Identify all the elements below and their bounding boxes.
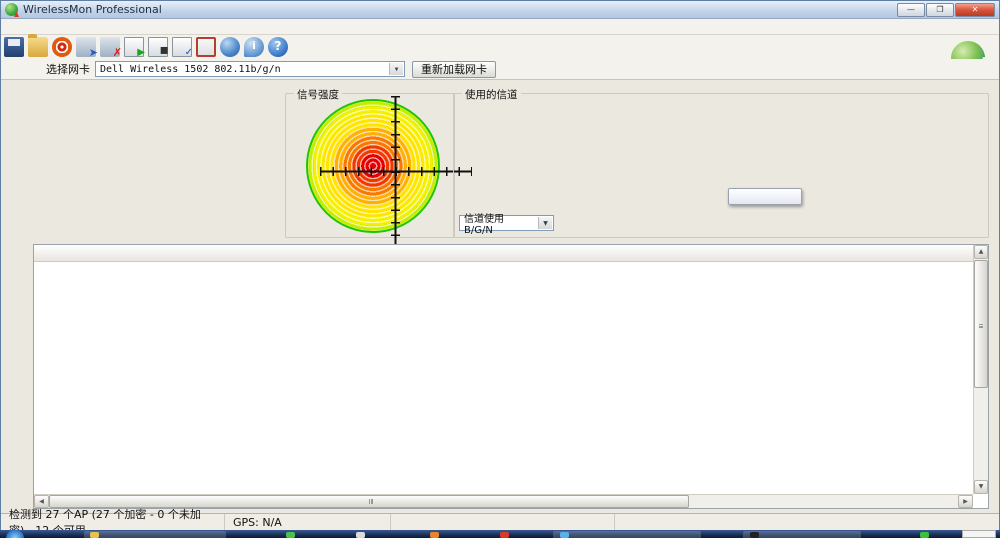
taskbar-button[interactable]: [743, 531, 861, 538]
log-clipboard-icon[interactable]: [196, 37, 216, 57]
app-window: WirelessMon Professional — ❐ ✕ 选择网卡 Dell…: [0, 0, 1000, 530]
adapter-reload-icon[interactable]: [76, 37, 96, 57]
status-bar: 检测到 27 个AP (27 个加密 - 0 个未加密) - 12 个可用 GP…: [1, 513, 999, 530]
report-check-icon[interactable]: [172, 37, 192, 57]
titlebar: WirelessMon Professional — ❐ ✕: [1, 1, 999, 19]
taskbar-button[interactable]: [84, 531, 226, 538]
minimize-button[interactable]: —: [897, 3, 925, 17]
web-globe-icon[interactable]: [220, 37, 240, 57]
start-orb-icon[interactable]: [6, 530, 24, 538]
signal-strength-radar: [306, 99, 440, 233]
vertical-scrollbar[interactable]: ▲ ▼: [973, 245, 988, 494]
open-folder-icon[interactable]: [28, 37, 48, 57]
taskbar-app-icon[interactable]: [430, 532, 439, 538]
adapter-label: 选择网卡: [46, 61, 90, 77]
vertical-scroll-thumb[interactable]: [974, 260, 988, 388]
taskbar-app-icon[interactable]: [286, 532, 295, 538]
status-section: [391, 514, 615, 530]
ap-count-status: 检测到 27 个AP (27 个加密 - 0 个未加密) - 12 个可用: [1, 514, 225, 530]
chevron-down-icon[interactable]: ▼: [389, 63, 403, 75]
taskbar-app-icon[interactable]: [920, 532, 929, 538]
channel-tooltip: [728, 188, 802, 205]
table-header: [34, 245, 973, 262]
chevron-down-icon[interactable]: ▼: [538, 217, 552, 229]
scroll-right-icon[interactable]: ▶: [958, 495, 973, 508]
scroll-up-icon[interactable]: ▲: [974, 245, 988, 259]
help-icon[interactable]: [268, 37, 288, 57]
taskbar-app-icon[interactable]: [356, 532, 365, 538]
adapter-remove-icon[interactable]: [100, 37, 120, 57]
restore-button[interactable]: ❐: [926, 3, 954, 17]
menu-bar: [1, 19, 999, 35]
window-title: WirelessMon Professional: [23, 3, 162, 16]
channels-panel-title: 使用的信道: [462, 87, 521, 102]
app-icon: [5, 3, 18, 16]
signal-strength-panel: 信号强度: [285, 93, 455, 238]
channel-mode-select[interactable]: 信道使用 B/G/N ▼: [459, 215, 554, 231]
taskbar-app-icon[interactable]: [750, 532, 759, 538]
adapter-select[interactable]: Dell Wireless 1502 802.11b/g/n ▼: [95, 61, 405, 77]
channels-panel: 使用的信道 信道使用 B/G/N ▼: [453, 93, 989, 238]
ap-table: ▲ ▼ ◀ ▶: [33, 244, 989, 509]
taskbar-app-icon[interactable]: [500, 532, 509, 538]
taskbar-tray[interactable]: [962, 530, 996, 538]
report-export-icon[interactable]: [148, 37, 168, 57]
signal-panel-title: 信号强度: [294, 87, 342, 102]
taskbar[interactable]: [0, 530, 1000, 538]
close-button[interactable]: ✕: [955, 3, 995, 17]
reload-adapter-button[interactable]: 重新加载网卡: [412, 61, 496, 78]
report-run-icon[interactable]: [124, 37, 144, 57]
gps-status: GPS: N/A: [225, 514, 391, 530]
toolbar: [1, 35, 999, 59]
info-bubble-icon[interactable]: [244, 37, 264, 57]
record-target-icon[interactable]: [52, 37, 72, 57]
save-icon[interactable]: [4, 37, 24, 57]
taskbar-app-icon[interactable]: [560, 532, 569, 538]
status-section: [615, 514, 999, 530]
radar-vertical-axis: [391, 96, 400, 248]
adapter-row: 选择网卡 Dell Wireless 1502 802.11b/g/n ▼ 重新…: [1, 59, 999, 80]
scroll-down-icon[interactable]: ▼: [974, 480, 988, 494]
taskbar-button[interactable]: [553, 531, 701, 538]
taskbar-app-icon[interactable]: [90, 532, 99, 538]
